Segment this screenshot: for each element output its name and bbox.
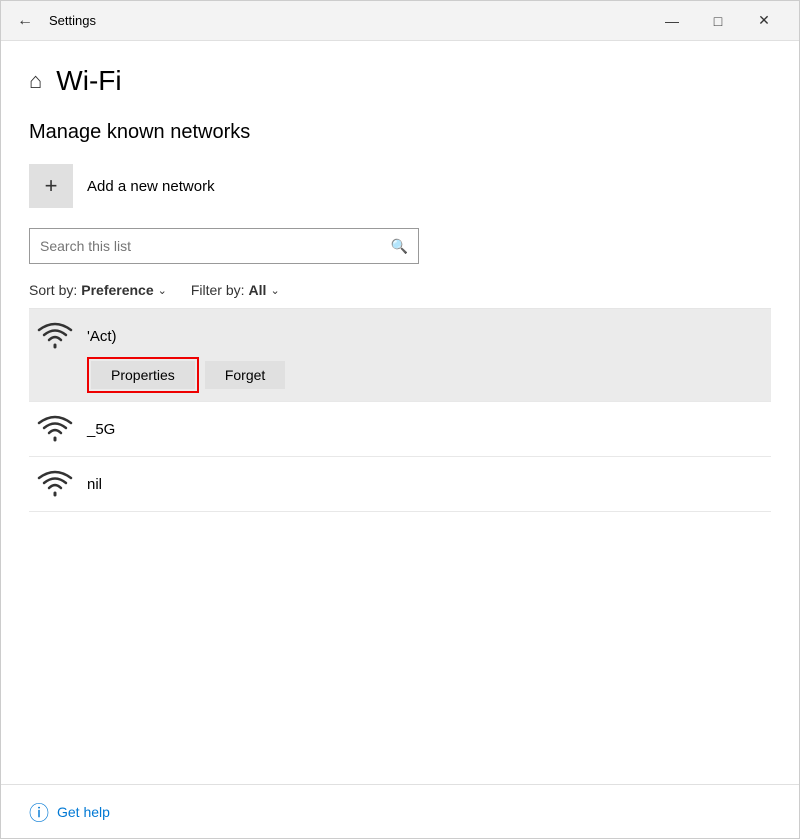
sort-label: Sort by: bbox=[29, 282, 77, 298]
filter-label: Filter by: bbox=[191, 282, 245, 298]
network-item-top-2: nil bbox=[37, 469, 763, 499]
network-item-0[interactable]: 'Act) Properties Forget bbox=[29, 309, 771, 402]
wifi-icon-0 bbox=[37, 321, 73, 351]
search-box: 🔍 bbox=[29, 228, 419, 264]
sort-value[interactable]: Preference bbox=[81, 282, 153, 298]
home-icon: ⌂ bbox=[29, 68, 42, 94]
page-title: Wi-Fi bbox=[56, 65, 121, 97]
network-item-actions-0: Properties Forget bbox=[91, 361, 763, 389]
content-area: ⌂ Wi-Fi Manage known networks + Add a ne… bbox=[1, 41, 799, 784]
title-bar-title: Settings bbox=[49, 13, 96, 28]
filter-chevron-icon[interactable]: ⌄ bbox=[270, 284, 279, 297]
network-name-2: nil bbox=[87, 476, 102, 493]
network-name-0: 'Act) bbox=[87, 328, 117, 345]
settings-window: ← Settings — □ ✕ ⌂ Wi-Fi Manage known ne… bbox=[0, 0, 800, 839]
minimize-button[interactable]: — bbox=[649, 5, 695, 37]
section-heading: Manage known networks bbox=[29, 121, 771, 144]
network-item-top-0: 'Act) bbox=[37, 321, 763, 351]
page-header: ⌂ Wi-Fi bbox=[29, 65, 771, 97]
wifi-icon-2 bbox=[37, 469, 73, 499]
wifi-icon-1 bbox=[37, 414, 73, 444]
network-item-2[interactable]: nil bbox=[29, 457, 771, 512]
title-bar-controls: — □ ✕ bbox=[649, 5, 787, 37]
add-network-button[interactable]: + bbox=[29, 164, 73, 208]
network-item-top-1: _5G bbox=[37, 414, 763, 444]
title-bar-left: ← Settings bbox=[13, 10, 96, 32]
search-icon: 🔍 bbox=[381, 238, 418, 255]
add-network-label: Add a new network bbox=[87, 178, 215, 195]
sort-control: Sort by: Preference ⌄ bbox=[29, 282, 167, 298]
properties-button[interactable]: Properties bbox=[91, 361, 195, 389]
close-button[interactable]: ✕ bbox=[741, 5, 787, 37]
sort-chevron-icon[interactable]: ⌄ bbox=[158, 284, 167, 297]
add-network-row: + Add a new network bbox=[29, 164, 771, 208]
filter-value[interactable]: All bbox=[249, 282, 267, 298]
sort-filter-row: Sort by: Preference ⌄ Filter by: All ⌄ bbox=[29, 282, 771, 298]
help-circle-icon: ⓘ bbox=[29, 797, 49, 826]
maximize-button[interactable]: □ bbox=[695, 5, 741, 37]
network-list: 'Act) Properties Forget bbox=[29, 308, 771, 512]
network-item-1[interactable]: _5G bbox=[29, 402, 771, 457]
forget-button[interactable]: Forget bbox=[205, 361, 285, 389]
title-bar: ← Settings — □ ✕ bbox=[1, 1, 799, 41]
network-name-1: _5G bbox=[87, 421, 115, 438]
back-button[interactable]: ← bbox=[13, 10, 37, 32]
get-help-link[interactable]: Get help bbox=[57, 804, 110, 820]
search-input[interactable] bbox=[30, 238, 381, 254]
filter-control: Filter by: All ⌄ bbox=[191, 282, 280, 298]
footer: ⓘ Get help bbox=[1, 784, 799, 838]
